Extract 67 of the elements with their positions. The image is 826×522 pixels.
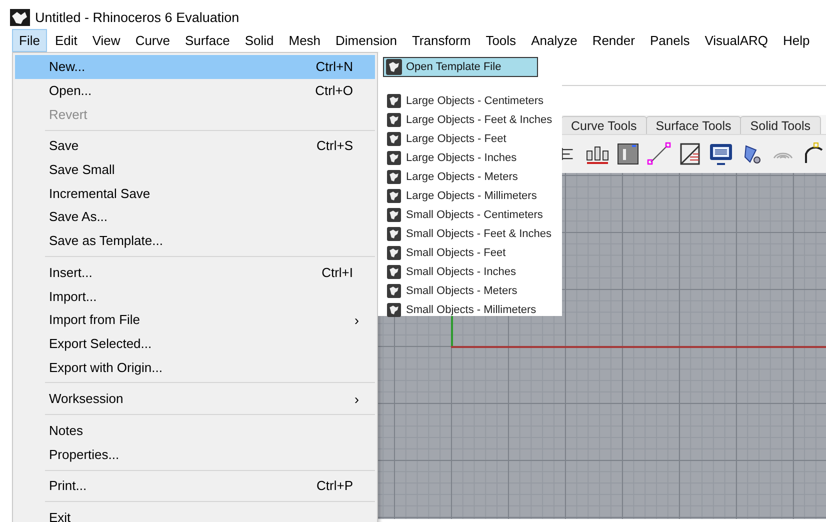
menu-item[interactable]: Save as Template...: [15, 228, 375, 252]
template-item[interactable]: Small Objects - Feet & Inches: [383, 224, 562, 243]
menu-bar-item[interactable]: Tools: [478, 28, 524, 52]
template-item[interactable]: Large Objects - Meters: [383, 167, 562, 186]
template-item[interactable]: Large Objects - Inches: [383, 148, 562, 167]
rhino-icon: [387, 170, 401, 184]
template-item[interactable]: Large Objects - Feet: [383, 129, 562, 148]
toolbar-tab[interactable]: Solid Tools: [740, 116, 821, 134]
menu-bar-item[interactable]: Surface: [178, 28, 237, 52]
rhino-icon: [387, 112, 401, 126]
numbered-box-icon[interactable]: [616, 142, 640, 166]
menu-bar-item[interactable]: Help: [776, 28, 817, 52]
toolbar-tab[interactable]: Curve Tools: [561, 116, 647, 134]
menu-item[interactable]: Save Ctrl+S: [15, 134, 375, 158]
open-template-button[interactable]: Open Template File: [383, 57, 538, 77]
template-item[interactable]: Small Objects - Feet: [383, 243, 562, 262]
menu-bar-item[interactable]: Render: [585, 28, 642, 52]
menu-bar-item[interactable]: File: [12, 28, 47, 52]
menu-bar-item[interactable]: Panels: [642, 28, 697, 52]
rhino-icon: [387, 132, 401, 146]
menu-item[interactable]: Properties...: [15, 442, 375, 466]
monitor-icon[interactable]: [709, 142, 733, 166]
line-icon[interactable]: [647, 142, 671, 166]
menu-bar-item[interactable]: Analyze: [524, 28, 584, 52]
menu-item[interactable]: Worksession ›: [15, 386, 375, 411]
menu-item[interactable]: Export with Origin...: [15, 355, 375, 379]
menu-item[interactable]: Incremental Save: [15, 181, 375, 206]
menu-item[interactable]: Import...: [15, 284, 375, 308]
template-item[interactable]: Small Objects - Centimeters: [383, 205, 562, 224]
menu-item[interactable]: Print... Ctrl+P: [15, 474, 375, 498]
menu-bar-item[interactable]: Solid: [238, 28, 281, 52]
menu-item[interactable]: New... Ctrl+N: [15, 55, 375, 79]
rhino-icon: [387, 208, 401, 222]
rhino-icon: [387, 188, 401, 202]
template-item[interactable]: Large Objects - Centimeters: [383, 91, 562, 110]
rhino-icon: [387, 226, 401, 240]
menu-item[interactable]: Save As...: [15, 205, 375, 229]
template-item[interactable]: Small Objects - Millimeters: [383, 300, 562, 319]
menu-bar-item[interactable]: VisualARQ: [698, 28, 776, 52]
menu-item[interactable]: Notes: [15, 418, 375, 442]
rhino-icon: [386, 59, 402, 75]
menu-bar-item[interactable]: View: [85, 28, 128, 52]
hatch-icon[interactable]: [678, 142, 702, 166]
rhino-icon: [387, 302, 401, 316]
rhino-logo-icon: [10, 8, 30, 26]
menu-item[interactable]: Exit: [15, 506, 375, 522]
rhino-icon: [387, 264, 401, 278]
menu-bar-item[interactable]: Dimension: [328, 28, 404, 52]
template-item[interactable]: Small Objects - Inches: [383, 262, 562, 281]
template-item[interactable]: Small Objects - Meters: [383, 281, 562, 300]
menu-item[interactable]: Export Selected...: [15, 332, 375, 356]
menu-item[interactable]: Insert... Ctrl+I: [15, 260, 375, 284]
menu-bar-item[interactable]: Mesh: [282, 28, 328, 52]
rhino-icon: [387, 246, 401, 260]
menu-item[interactable]: Open... Ctrl+O: [15, 78, 375, 102]
menu-bar-item[interactable]: Transform: [404, 28, 478, 52]
toolbar-tab[interactable]: Surface Tools: [646, 116, 742, 134]
window-title: Untitled - Rhinoceros 6 Evaluation: [35, 10, 240, 24]
rhino-icon: [387, 284, 401, 298]
rhino-icon: [387, 94, 401, 108]
rhino-icon: [387, 150, 401, 164]
menu-bar-item[interactable]: Curve: [128, 28, 177, 52]
template-item[interactable]: Large Objects - Millimeters: [383, 186, 562, 205]
template-item[interactable]: Large Objects - Feet & Inches: [383, 110, 562, 129]
menu-item[interactable]: Import from File ›: [15, 308, 375, 332]
menu-bar-item[interactable]: Edit: [48, 28, 84, 52]
menu-item[interactable]: Save Small: [15, 158, 375, 182]
